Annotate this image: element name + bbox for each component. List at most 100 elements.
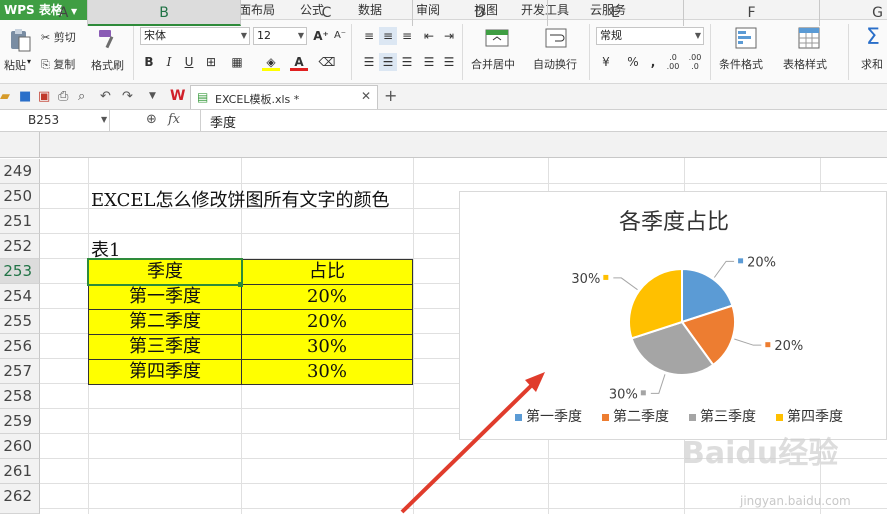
legend-item-q3: 第三季度: [689, 406, 756, 426]
chevron-down-icon[interactable]: ▼: [101, 115, 107, 124]
align-right-button[interactable]: ☰: [398, 53, 416, 71]
font-name-value: 宋体: [144, 29, 166, 42]
column-header-c[interactable]: C: [241, 0, 413, 26]
select-all-corner[interactable]: [0, 132, 40, 158]
close-icon[interactable]: ✕: [361, 89, 371, 103]
redo-icon[interactable]: ↷: [122, 89, 133, 104]
row-header[interactable]: 252: [0, 234, 40, 259]
zoom-search-icon[interactable]: ⊕: [146, 112, 157, 127]
border-icon: ⊞: [205, 55, 217, 69]
indent-increase-button[interactable]: ⇥: [440, 27, 458, 45]
table-cell-ratio[interactable]: 30%: [241, 334, 413, 360]
print-preview-icon[interactable]: ⌕: [78, 89, 85, 104]
row-header[interactable]: 256: [0, 334, 40, 359]
print-icon[interactable]: ⎙: [58, 89, 68, 104]
format-painter-button[interactable]: [95, 27, 119, 51]
row-header[interactable]: 254: [0, 284, 40, 309]
currency-button[interactable]: ¥: [597, 53, 615, 71]
indent-decrease-button[interactable]: ⇤: [420, 27, 438, 45]
table-cell-quarter[interactable]: 第一季度: [88, 284, 242, 310]
row-header[interactable]: 251: [0, 209, 40, 234]
paint-bucket-icon: ◈: [266, 55, 276, 69]
paste-button[interactable]: [8, 27, 32, 53]
wrap-text-button[interactable]: [545, 27, 567, 49]
align-left-button[interactable]: ☰: [360, 53, 378, 71]
thousands-button[interactable]: ,: [644, 53, 662, 71]
row-header[interactable]: 261: [0, 459, 40, 484]
decrease-decimal-button[interactable]: .00.0: [686, 53, 704, 71]
cut-button[interactable]: ✂ 剪切: [41, 29, 76, 45]
increase-decimal-button[interactable]: .0.00: [664, 53, 682, 71]
legend-label: 第三季度: [700, 409, 756, 425]
row-header[interactable]: 250: [0, 184, 40, 209]
save-icon[interactable]: ■: [19, 89, 31, 104]
fill-handle[interactable]: [238, 282, 243, 287]
chevron-down-icon[interactable]: ▾: [27, 57, 31, 66]
bold-button[interactable]: B: [140, 53, 158, 71]
conditional-format-icon: [735, 27, 757, 49]
undo-icon[interactable]: ↶: [100, 89, 111, 104]
underline-button[interactable]: U: [180, 53, 198, 71]
align-center-button[interactable]: ☰: [379, 53, 397, 71]
fill-color-button[interactable]: ◈: [262, 53, 280, 71]
row-header[interactable]: 249: [0, 159, 40, 184]
quick-access-bar: [0, 84, 887, 110]
row-header[interactable]: 258: [0, 384, 40, 409]
column-header-f[interactable]: F: [684, 0, 820, 26]
font-size-value: 12: [257, 29, 271, 42]
formula-divider: [200, 110, 201, 131]
row-header[interactable]: 257: [0, 359, 40, 384]
fill-style-button[interactable]: ▦: [228, 53, 246, 71]
font-name-combo[interactable]: 宋体 ▼: [140, 27, 250, 45]
align-top-button[interactable]: ≡: [360, 27, 378, 45]
column-header-a[interactable]: A: [40, 0, 88, 26]
column-header-g[interactable]: G: [820, 0, 887, 26]
column-header-d[interactable]: D: [413, 0, 548, 26]
percent-button[interactable]: %: [624, 53, 642, 71]
font-color-button[interactable]: A: [290, 53, 308, 71]
increase-font-button[interactable]: A⁺: [312, 27, 330, 45]
table-cell-ratio[interactable]: 20%: [241, 284, 413, 310]
chevron-down-icon[interactable]: ▼: [149, 91, 156, 101]
clear-format-button[interactable]: ⌫: [318, 53, 336, 71]
row-header-selected[interactable]: 253: [0, 259, 40, 284]
sheet-heading-cell[interactable]: EXCEL怎么修改饼图所有文字的颜色: [91, 186, 390, 212]
new-tab-plus-icon[interactable]: +: [384, 86, 397, 105]
table-style-label: 表格样式: [783, 58, 827, 71]
merge-center-button[interactable]: [485, 27, 509, 49]
column-header-e[interactable]: E: [548, 0, 684, 26]
export-pdf-icon[interactable]: ▣: [38, 89, 50, 104]
align-bottom-button[interactable]: ≡: [398, 27, 416, 45]
copy-button[interactable]: ⎘ 复制: [41, 56, 75, 72]
justify-button[interactable]: ☰: [420, 53, 438, 71]
function-icon[interactable]: fx: [168, 112, 180, 127]
table-cell-quarter[interactable]: 第三季度: [88, 334, 242, 360]
column-header-b[interactable]: B: [88, 0, 241, 26]
legend-swatch: [776, 413, 783, 421]
ribbon-divider: [351, 24, 352, 80]
distribute-button[interactable]: ☰: [440, 53, 458, 71]
formula-input[interactable]: 季度: [210, 112, 236, 131]
row-header[interactable]: 262: [0, 484, 40, 514]
font-size-combo[interactable]: 12 ▼: [253, 27, 307, 45]
sum-icon[interactable]: Σ: [866, 25, 880, 50]
name-box[interactable]: B253: [0, 110, 110, 131]
open-icon[interactable]: ▰: [0, 89, 10, 104]
document-tab[interactable]: ▤ EXCEL模板.xls * ✕: [190, 85, 378, 109]
table-cell-quarter[interactable]: 第四季度: [88, 359, 242, 385]
ribbon-divider: [589, 24, 590, 80]
table-style-button[interactable]: [798, 27, 820, 49]
row-header[interactable]: 259: [0, 409, 40, 434]
number-format-combo[interactable]: 常规 ▼: [596, 27, 704, 45]
legend-label: 第二季度: [613, 409, 669, 425]
decrease-font-button[interactable]: A⁻: [331, 27, 349, 45]
align-middle-button[interactable]: ≡: [379, 27, 397, 45]
row-header[interactable]: 260: [0, 434, 40, 459]
row-header[interactable]: 255: [0, 309, 40, 334]
conditional-format-button[interactable]: [735, 27, 757, 49]
italic-button[interactable]: I: [160, 53, 178, 71]
border-button[interactable]: ⊞: [202, 53, 220, 71]
table-header-ratio[interactable]: 占比: [241, 259, 413, 285]
table-cell-ratio[interactable]: 20%: [241, 309, 413, 335]
table-cell-quarter[interactable]: 第二季度: [88, 309, 242, 335]
